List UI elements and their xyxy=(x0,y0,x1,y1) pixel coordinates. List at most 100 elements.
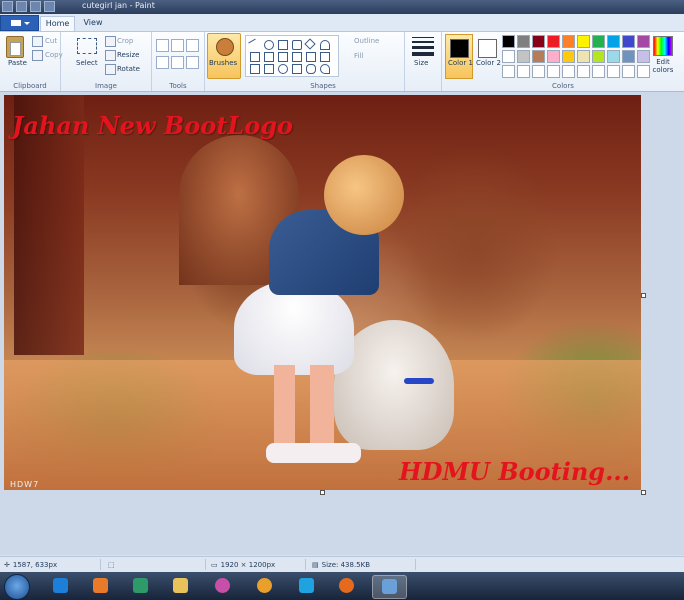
rotate-button[interactable]: Rotate xyxy=(117,65,140,73)
size-button[interactable]: Size xyxy=(414,59,428,67)
taskbar-button[interactable] xyxy=(206,575,239,597)
palette-swatch[interactable] xyxy=(607,50,620,63)
palette-swatch[interactable] xyxy=(592,50,605,63)
arrow-left-shape-icon[interactable] xyxy=(292,52,302,62)
color-picker-icon[interactable] xyxy=(171,56,184,69)
resize-button[interactable]: Resize xyxy=(117,51,139,59)
watermark-text: HDW7 xyxy=(10,480,40,489)
taskbar-button[interactable] xyxy=(44,575,77,597)
shapes-group-label: Shapes xyxy=(310,82,336,90)
palette-swatch[interactable] xyxy=(562,35,575,48)
canvas-area[interactable]: Jahan New BootLogo HDMU Booting... HDW7 xyxy=(0,92,684,555)
start-button[interactable] xyxy=(4,574,30,600)
crop-button[interactable]: Crop xyxy=(117,37,133,45)
file-menu-button[interactable] xyxy=(0,15,39,31)
color2-button[interactable]: Color 2 xyxy=(473,34,501,79)
color1-button[interactable]: Color 1 xyxy=(445,34,473,79)
shapes-gallery[interactable] xyxy=(245,35,339,77)
size-group[interactable]: Size xyxy=(405,32,442,91)
taskbar-button[interactable] xyxy=(248,575,281,597)
edit-colors-button[interactable]: Edit colors xyxy=(646,32,678,80)
star-shape-icon[interactable] xyxy=(250,64,260,74)
taskbar-button[interactable] xyxy=(290,575,323,597)
taskbar-button[interactable] xyxy=(164,575,197,597)
canvas-image[interactable]: Jahan New BootLogo HDMU Booting... HDW7 xyxy=(4,95,641,490)
taskbar-button[interactable] xyxy=(124,575,157,597)
taskbar-button[interactable] xyxy=(84,575,117,597)
line-shape-icon[interactable] xyxy=(248,38,260,51)
taskbar-button[interactable] xyxy=(372,575,407,599)
clipboard-group: Paste Cut Copy Clipboard xyxy=(0,32,63,91)
pentagon-shape-icon[interactable] xyxy=(250,52,260,62)
paste-button[interactable]: Paste xyxy=(8,59,27,67)
palette-swatch[interactable] xyxy=(577,35,590,48)
tab-home[interactable]: Home xyxy=(40,16,75,31)
taskbar-button[interactable] xyxy=(330,575,363,597)
text-icon[interactable] xyxy=(186,39,199,52)
palette-swatch[interactable] xyxy=(502,50,515,63)
palette-swatch[interactable] xyxy=(532,65,545,78)
fill-dropdown[interactable]: Fill xyxy=(354,52,363,60)
palette-swatch[interactable] xyxy=(547,50,560,63)
media-player-icon xyxy=(93,578,108,593)
callout-rect-shape-icon[interactable] xyxy=(292,64,302,74)
resize-handle-right[interactable] xyxy=(641,293,646,298)
arrow-up-shape-icon[interactable] xyxy=(306,52,316,62)
palette-swatch[interactable] xyxy=(547,35,560,48)
undo-icon[interactable] xyxy=(30,1,41,12)
palette-swatch[interactable] xyxy=(622,35,635,48)
palette-swatch[interactable] xyxy=(607,65,620,78)
cut-button[interactable]: Cut xyxy=(45,37,57,45)
save-icon[interactable] xyxy=(16,1,27,12)
redo-icon[interactable] xyxy=(44,1,55,12)
outline-dropdown[interactable]: Outline xyxy=(354,37,379,45)
girl-shoes xyxy=(266,443,361,463)
rectangle-shape-icon[interactable] xyxy=(278,40,288,50)
palette-swatch[interactable] xyxy=(517,50,530,63)
brushes-button[interactable]: Brushes xyxy=(207,33,241,79)
magnifier-icon[interactable] xyxy=(186,56,199,69)
palette-swatch[interactable] xyxy=(517,65,530,78)
oval-shape-icon[interactable] xyxy=(264,40,274,50)
paste-icon[interactable] xyxy=(6,36,24,58)
palette-swatch[interactable] xyxy=(592,35,605,48)
palette-swatch[interactable] xyxy=(547,65,560,78)
palette-swatch[interactable] xyxy=(532,50,545,63)
palette-swatch[interactable] xyxy=(562,65,575,78)
taskbar xyxy=(0,572,684,600)
palette-swatch[interactable] xyxy=(607,35,620,48)
callout-oval-shape-icon[interactable] xyxy=(278,64,288,74)
palette-swatch[interactable] xyxy=(577,65,590,78)
arrow-down-shape-icon[interactable] xyxy=(320,52,330,62)
tab-view[interactable]: View xyxy=(78,16,108,30)
arrow-right-shape-icon[interactable] xyxy=(278,52,288,62)
resize-handle-corner[interactable] xyxy=(641,490,646,495)
palette-swatch[interactable] xyxy=(502,35,515,48)
palette-swatch[interactable] xyxy=(592,65,605,78)
heart-shape-icon[interactable] xyxy=(320,64,330,74)
eraser-icon[interactable] xyxy=(156,56,169,69)
palette-swatch[interactable] xyxy=(562,50,575,63)
diamond-shape-icon[interactable] xyxy=(304,38,316,50)
paint-app-icon[interactable] xyxy=(2,1,13,12)
overlay-footer-text: HDMU Booting... xyxy=(399,457,631,486)
hexagon-shape-icon[interactable] xyxy=(264,52,274,62)
fill-bucket-icon[interactable] xyxy=(171,39,184,52)
palette-swatch[interactable] xyxy=(532,35,545,48)
star-5-shape-icon[interactable] xyxy=(264,64,274,74)
palette-swatch[interactable] xyxy=(517,35,530,48)
cloud-shape-icon[interactable] xyxy=(306,64,316,74)
resize-handle-bottom[interactable] xyxy=(320,490,325,495)
picasa-icon xyxy=(215,578,230,593)
file-size: ▤ Size: 438.5KB xyxy=(312,559,370,570)
palette-swatch[interactable] xyxy=(577,50,590,63)
palette-swatch[interactable] xyxy=(502,65,515,78)
rounded-rectangle-shape-icon[interactable] xyxy=(292,40,302,50)
select-button[interactable]: Select xyxy=(76,59,98,67)
palette-swatch[interactable] xyxy=(622,65,635,78)
select-icon[interactable] xyxy=(77,38,97,54)
palette-swatch[interactable] xyxy=(622,50,635,63)
pencil-icon[interactable] xyxy=(156,39,169,52)
file-size-icon: ▤ xyxy=(312,560,319,569)
triangle-shape-icon[interactable] xyxy=(320,40,330,50)
